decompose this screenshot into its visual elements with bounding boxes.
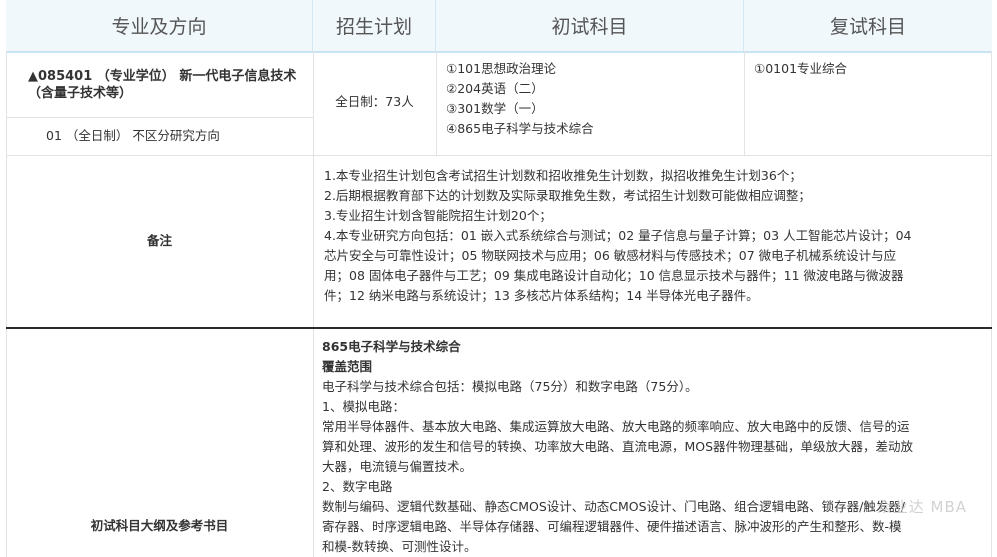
row-divider-notes [6, 155, 992, 156]
col-divider-2 [436, 51, 437, 155]
row-divider-direction [6, 117, 313, 118]
program-title-line1: ▲085401 （专业学位） 新一代电子信息技术 [28, 69, 297, 84]
note-line: 芯片安全与可靠性设计；05 物联网技术与应用；06 敏感材料与传感技术；07 微… [324, 248, 897, 263]
header-major: 专业及方向 [6, 0, 313, 51]
syllabus-line: 电子科学与技术综合包括：模拟电路（75分）和数字电路（75分）。 [322, 379, 698, 394]
syllabus-label: 初试科目大纲及参考书目 [90, 518, 229, 533]
watermark: 众业达 MBA [876, 498, 967, 516]
exam-subject: ③301数学（一） [446, 101, 544, 116]
syllabus-course-title: 865电子科学与技术综合 [322, 339, 461, 354]
program-title: ▲085401 （专业学位） 新一代电子信息技术 （含量子技术等） [28, 68, 308, 102]
col-divider-3 [744, 51, 745, 155]
note-line: 用；08 固体电子器件与工艺；09 集成电路设计自动化；10 信息显示技术与器件… [324, 268, 904, 283]
syllabus-line: 2、数字电路 [322, 479, 393, 494]
note-line: 件；12 纳米电路与系统设计；13 多核芯片体系结构；14 半导体光电子器件。 [324, 288, 759, 303]
exam-subject: ①101思想政治理论 [446, 61, 557, 76]
table-border-left [6, 51, 7, 557]
notes-text: 1.本专业招生计划包含考试招生计划数和招收推免生计划数，拟招收推免生计划36个；… [324, 166, 986, 306]
syllabus-coverage-title: 覆盖范围 [322, 359, 373, 374]
table-header: 专业及方向 招生计划 初试科目 复试科目 [6, 0, 992, 53]
col-divider-1 [313, 51, 314, 557]
exam-subject: ②204英语（二） [446, 81, 544, 96]
syllabus-line: 算和处理、波形的发生和信号的转换、功率放大电路、直流电源，MOS器件物理基础，单… [322, 439, 914, 454]
syllabus-line: 大器，电流镜与偏置技术。 [322, 459, 473, 474]
program-title-line2: （含量子技术等） [28, 86, 133, 101]
section-separator [6, 327, 992, 329]
note-line: 2.后期根据教育部下达的计划数及实际录取推免生数，考试招生计划数可能做相应调整； [324, 188, 811, 203]
retest-subject: ①0101专业综合 [754, 61, 848, 76]
syllabus-line: 1、模拟电路： [322, 399, 405, 414]
syllabus-line: 和模-数转换、可测性设计。 [322, 539, 477, 554]
exam-subject-list: ①101思想政治理论 ②204英语（二） ③301数学（一） ④865电子科学与… [446, 59, 594, 139]
syllabus-line: 常用半导体器件、基本放大电路、集成运算放大电路、放大电路的频率响应、放大电路中的… [322, 419, 910, 434]
header-exam-subjects: 初试科目 [436, 0, 744, 51]
note-line: 1.本专业招生计划包含考试招生计划数和招收推免生计划数，拟招收推免生计划36个； [324, 168, 802, 183]
notes-label: 备注 [146, 233, 172, 248]
table-border-right [991, 51, 992, 557]
note-line: 3.专业招生计划含智能院招生计划20个； [324, 208, 552, 223]
research-direction: 01 （全日制） 不区分研究方向 [46, 128, 220, 143]
enrollment-plan: 全日制：73人 [335, 94, 414, 109]
header-retest-subjects: 复试科目 [829, 16, 906, 38]
note-line: 4.本专业研究方向包括：01 嵌入式系统综合与测试；02 量子信息与量子计算；0… [324, 228, 912, 243]
syllabus-text: 865电子科学与技术综合 覆盖范围 电子科学与技术综合包括：模拟电路（75分）和… [322, 337, 988, 557]
syllabus-line: 寄存器、时序逻辑电路、半导体存储器、可编程逻辑器件、硬件描述语言、脉冲波形的产生… [322, 519, 902, 534]
header-plan: 招生计划 [313, 0, 436, 51]
exam-subject: ④865电子科学与技术综合 [446, 121, 594, 136]
admission-table: 专业及方向 招生计划 初试科目 复试科目 ▲085401 （专业学位） 新一代电… [0, 0, 997, 557]
